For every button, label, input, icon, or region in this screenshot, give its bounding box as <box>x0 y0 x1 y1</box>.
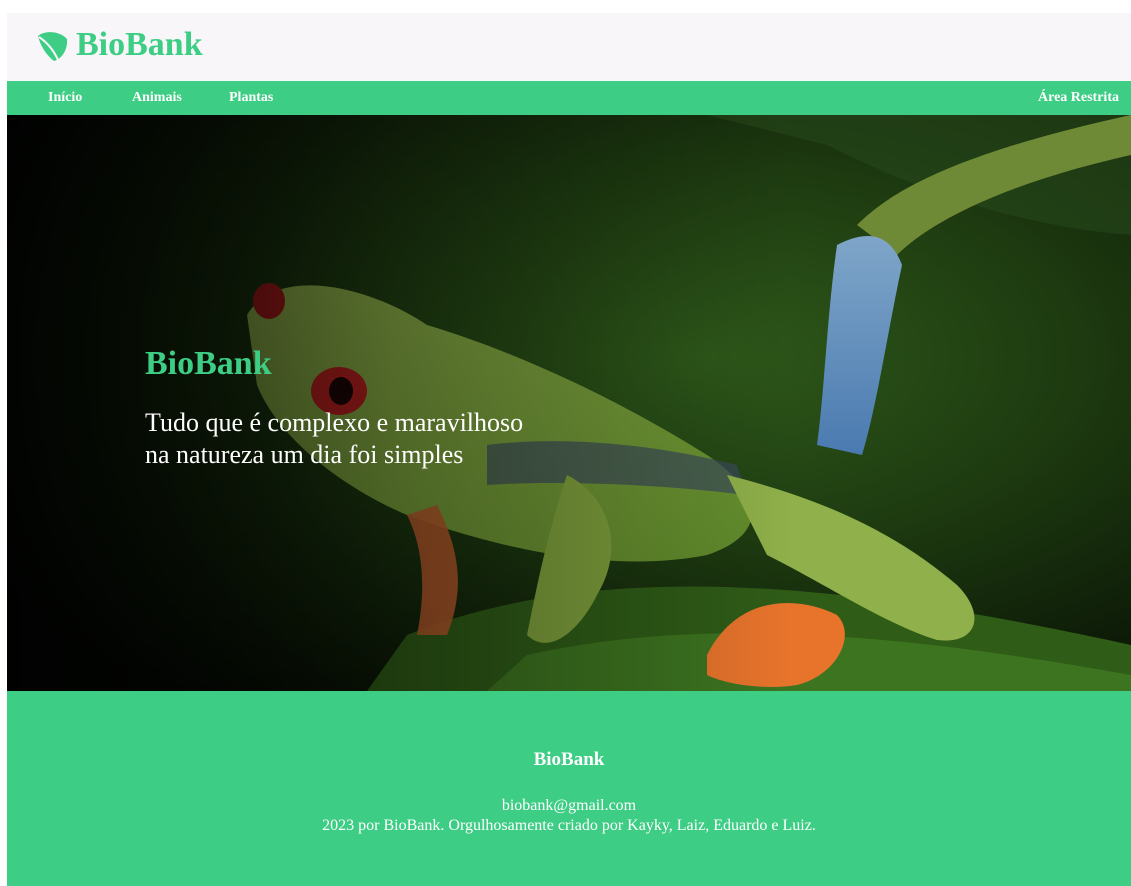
hero-tagline-line-2: na natureza um dia foi simples <box>145 440 464 469</box>
hero-banner: BioBank Tudo que é complexo e maravilhos… <box>7 115 1131 691</box>
footer-title: BioBank <box>533 749 605 770</box>
nav-link-plantas[interactable]: Plantas <box>229 81 273 115</box>
hero-tagline-line-1: Tudo que é complexo e maravilhoso <box>145 408 524 437</box>
page: BioBank Início Animais Plantas Área Rest… <box>7 13 1131 886</box>
nav-link-restricted-area[interactable]: Área Restrita <box>1038 81 1119 115</box>
nav-link-inicio[interactable]: Início <box>48 81 82 115</box>
logo-text: BioBank <box>76 26 203 63</box>
site-header: BioBank <box>7 13 1131 81</box>
hero-frog-image <box>7 115 1131 691</box>
footer-email[interactable]: biobank@gmail.com <box>7 797 1131 815</box>
nav-link-animais[interactable]: Animais <box>132 81 182 115</box>
site-logo[interactable]: BioBank <box>34 25 203 65</box>
site-footer: BioBank biobank@gmail.com 2023 por BioBa… <box>7 691 1131 886</box>
main-navbar: Início Animais Plantas Área Restrita <box>7 81 1131 115</box>
hero-title: BioBank <box>145 345 272 382</box>
leaf-icon <box>38 32 68 61</box>
hero-tagline: Tudo que é complexo e maravilhoso na nat… <box>145 407 645 471</box>
footer-credits: 2023 por BioBank. Orgulhosamente criado … <box>322 817 816 834</box>
